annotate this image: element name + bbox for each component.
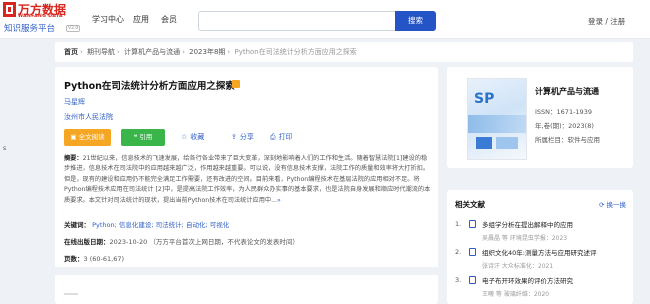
double-chevron-down-icon[interactable]: » — [277, 197, 281, 204]
refresh-button[interactable]: ⟳ 换一换 — [599, 199, 626, 209]
related-literature-card: 相关文献 ⟳ 换一换 1. 多组学分析在提出解释中的应用 吴晨晶 等 环境昆虫学… — [447, 190, 633, 304]
cover-graphic — [496, 137, 518, 149]
abstract-label: 摘要： — [64, 155, 83, 162]
author-link[interactable]: 马星辉 — [64, 97, 85, 107]
refresh-icon: ⟳ — [599, 201, 607, 209]
share-icon: ⇪ — [231, 133, 237, 141]
breadcrumb-separator: › — [117, 48, 120, 56]
abstract: 摘要：21世纪以来，信息技术的飞速发展，给各行各业带来了巨大变革，深刻地影响着人… — [64, 154, 432, 206]
share-button[interactable]: ⇪ 分享 — [231, 131, 254, 144]
publish-date: 在线出版日期：2023-10-20 （万方平台首次上网日期，不代表论文的发表时间… — [64, 236, 299, 246]
breadcrumb: 首页 › 期刊导航 › 计算机产品与流通 › 2023年8期 › Python在司法统计… — [55, 42, 633, 62]
document-icon — [469, 220, 476, 228]
cover-title: SP — [474, 91, 495, 107]
breadcrumb-issue[interactable]: 2023年8期 — [189, 48, 225, 56]
login-register-link[interactable]: 登录 / 注册 — [588, 16, 625, 27]
nav-learning-center[interactable]: 学习中心 — [92, 14, 124, 25]
related-index: 2. — [455, 248, 462, 256]
page-count-label: 页数： — [64, 255, 84, 263]
breadcrumb-separator: › — [227, 48, 231, 56]
fulltext-read-button[interactable]: ▣ 全文阅读 — [64, 129, 111, 146]
logo-subtitle: WANFANG DATA — [18, 14, 63, 19]
related-item-meta: 王曦 等 玻璃纤维：2020 — [482, 291, 550, 298]
document-icon — [469, 276, 476, 284]
breadcrumb-separator: › — [182, 48, 185, 56]
related-item-title[interactable]: 电子布开环效果的评价方法研究 — [482, 275, 573, 285]
related-title: 相关文献 — [455, 200, 485, 209]
keyword-link[interactable]: 可视化 — [210, 221, 230, 229]
breadcrumb-home[interactable]: 首页 — [64, 48, 78, 56]
platform-name: 知识服务平台 — [4, 24, 56, 34]
logo[interactable]: 万方数据 WANFANG DATA 知识服务平台 V2.0 — [3, 2, 81, 36]
organization-link[interactable]: 汝州市人民法院 — [64, 112, 113, 122]
journal-issn: ISSN：1671-1939 — [535, 108, 592, 116]
document-icon — [469, 248, 476, 256]
publish-date-value: 2023-10-20 （万方平台首次上网日期，不代表论文的发表时间） — [109, 238, 299, 246]
print-button[interactable]: ⎙ 打印 — [270, 131, 293, 144]
keyword-link[interactable]: 自动化 — [186, 221, 206, 229]
breadcrumb-separator: › — [80, 48, 83, 56]
cover-graphic — [468, 115, 526, 133]
version-badge: V2.0 — [66, 25, 81, 32]
journal-cover[interactable]: SP — [467, 78, 527, 160]
page-count-value: 3 (60-61,67) — [83, 255, 125, 263]
star-icon: ☆ — [181, 133, 188, 141]
keyword-link[interactable]: 信息化建设 — [119, 221, 152, 229]
book-icon: ▣ — [70, 133, 79, 141]
journal-issue: 年,卷(期)：2023(8) — [535, 122, 594, 130]
breadcrumb-journal-nav[interactable]: 期刊导航 — [87, 48, 115, 56]
top-bar: 万方数据 WANFANG DATA 知识服务平台 V2.0 学习中心 应用 会员… — [0, 0, 650, 39]
article-title: Python在司法统计分析方面应用之探索 — [64, 81, 235, 92]
cover-graphic — [476, 137, 492, 149]
article-card: Python在司法统计分析方面应用之探索 马星辉 汝州市人民法院 ▣ 全文阅读 … — [55, 67, 438, 304]
related-index: 3. — [455, 276, 462, 284]
abstract-text: 21世纪以来，信息技术的飞速发展，给各行各业带来了巨大变革，深刻地影响着人们的工… — [64, 155, 431, 204]
keyword-link[interactable]: 司法统计 — [156, 221, 182, 229]
wanfang-logo-icon — [3, 2, 16, 17]
cite-button[interactable]: ❝ 引用 — [121, 129, 165, 146]
breadcrumb-current: Python在司法统计分析方面应用之探索 — [234, 48, 357, 56]
nav-membership[interactable]: 会员 — [161, 14, 177, 25]
related-item-title[interactable]: 多组学分析在提出解释中的应用 — [482, 219, 573, 229]
search-input[interactable] — [198, 11, 395, 31]
journal-badge-icon — [232, 80, 240, 88]
next-section-marker — [64, 293, 78, 295]
related-index: 1. — [455, 220, 462, 228]
breadcrumb-journal[interactable]: 计算机产品与流通 — [124, 48, 180, 56]
printer-icon: ⎙ — [270, 133, 276, 141]
journal-card: SP 计算机产品与流通 ISSN：1671-1939 年,卷(期)：2023(8… — [447, 67, 633, 168]
keywords-label: 关键词： — [64, 221, 90, 229]
related-item-meta: 吴晨晶 等 环境昆虫学报：2023 — [482, 235, 568, 242]
page-count: 页数：3 (60-61,67) — [64, 253, 124, 263]
related-item-title[interactable]: 组织文化40年:测量方法与应用研究述评 — [482, 247, 596, 257]
nav-apps[interactable]: 应用 — [133, 14, 149, 25]
journal-name[interactable]: 计算机产品与流通 — [535, 86, 599, 97]
keywords: 关键词： Python; 信息化建设; 司法统计; 自动化; 可视化 — [64, 221, 230, 229]
publish-date-label: 在线出版日期： — [64, 238, 110, 246]
journal-column: 所属栏目：软件与应用 — [535, 136, 600, 144]
section-divider — [55, 267, 438, 275]
edge-text: s — [3, 145, 7, 152]
collect-button[interactable]: ☆ 收藏 — [181, 131, 204, 144]
related-item-meta: 张诗汗 大众标准化：2021 — [482, 263, 554, 270]
search-button[interactable]: 搜索 — [395, 11, 436, 31]
keyword-link[interactable]: Python — [92, 221, 115, 229]
